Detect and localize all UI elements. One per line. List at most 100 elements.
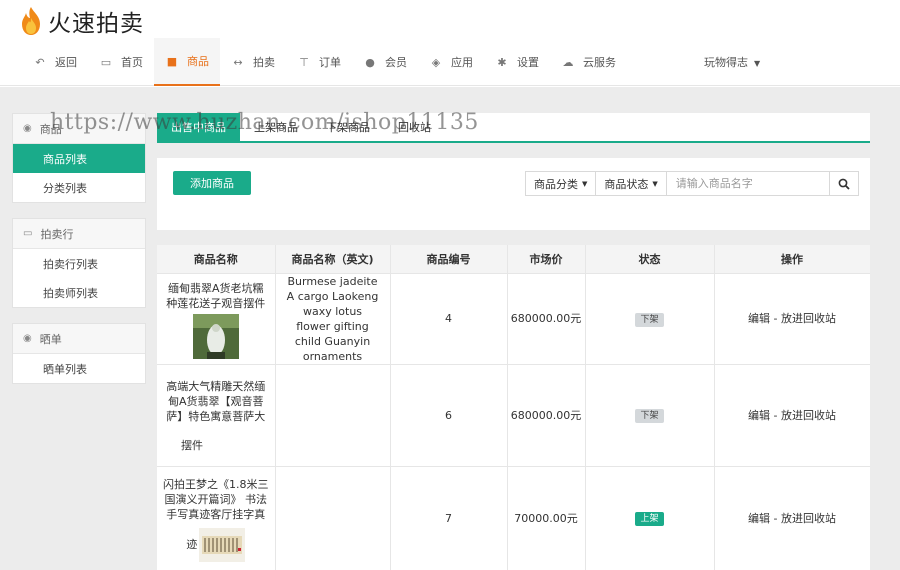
nav-home[interactable]: ▭ 首页 xyxy=(88,38,154,86)
nav-label: 会员 xyxy=(385,56,407,69)
nav-label: 返回 xyxy=(55,56,77,69)
nav-label: 应用 xyxy=(451,56,473,69)
tab-delisted[interactable]: 下架商品 xyxy=(312,113,384,141)
action-cell: 编辑 - 放进回收站 xyxy=(714,273,870,365)
status-cell: 下架 xyxy=(585,273,715,365)
status-cell: 上架 xyxy=(585,466,715,570)
recycle-link[interactable]: 放进回收站 xyxy=(781,312,836,325)
nav-auction[interactable]: ↔ 拍卖 xyxy=(220,38,286,86)
nav-goods[interactable]: ■ 商品 xyxy=(154,38,220,86)
table-row: 高端大气精雕天然缅甸A货翡翠【观音菩萨】特色寓意菩萨大 摆件 6 680000.… xyxy=(157,364,870,467)
action-cell: 编辑 - 放进回收站 xyxy=(714,466,870,570)
sidebar-group-header[interactable]: ▭ 拍卖行 xyxy=(13,219,145,249)
arrows-icon: ↔ xyxy=(233,55,243,69)
cloud-icon: ☁ xyxy=(562,55,574,69)
table-row: 缅甸翡翠A货老坑糯种莲花送子观音摆件 Burmese jadeite A car… xyxy=(157,273,870,365)
add-goods-button[interactable]: 添加商品 xyxy=(173,171,251,195)
status-cell: 下架 xyxy=(585,364,715,467)
app-title: 火速拍卖 xyxy=(48,11,144,37)
edit-link[interactable]: 编辑 xyxy=(748,409,770,422)
nav-orders[interactable]: ⊤ 订单 xyxy=(286,38,352,86)
goods-name-cell: 高端大气精雕天然缅甸A货翡翠【观音菩萨】特色寓意菩萨大 摆件 xyxy=(157,364,276,467)
search-button[interactable] xyxy=(830,172,858,195)
column-header[interactable]: 市场价 xyxy=(507,245,586,274)
edit-link[interactable]: 编辑 xyxy=(748,312,770,325)
table-row: 闪拍王梦之《1.8米三国演义开篇词》 书法手写真迹客厅挂字真 迹 7 70000… xyxy=(157,466,870,570)
tab-recycle-bin[interactable]: 回收站 xyxy=(384,113,445,141)
goods-name: 闪拍王梦之《1.8米三国演义开篇词》 书法手写真迹客厅挂字真 xyxy=(163,477,269,521)
category-dropdown[interactable]: 商品分类 ▼ xyxy=(526,172,597,195)
recycle-link[interactable]: 放进回收站 xyxy=(781,512,836,525)
goods-id: 6 xyxy=(390,364,508,467)
status-badge: 上架 xyxy=(635,512,664,526)
goods-name-en xyxy=(275,466,391,570)
nav-label: 商品 xyxy=(187,55,209,68)
column-header[interactable]: 商品编号 xyxy=(390,245,508,274)
action-separator: - xyxy=(773,511,778,525)
goods-name: 缅甸翡翠A货老坑糯种莲花送子观音摆件 xyxy=(166,281,266,310)
user-name: 玩物得志 xyxy=(704,56,748,69)
toolbar-panel: 添加商品 商品分类 ▼ 商品状态 ▼ xyxy=(157,158,870,230)
filter-bar: 商品分类 ▼ 商品状态 ▼ xyxy=(525,171,859,196)
nav-apps[interactable]: ◈ 应用 xyxy=(418,38,484,86)
nav-settings[interactable]: ✱ 设置 xyxy=(484,38,550,86)
search-icon xyxy=(838,178,850,190)
sidebar-item-category-list[interactable]: 分类列表 xyxy=(13,173,145,202)
column-header[interactable]: 操作 xyxy=(714,245,870,274)
column-header[interactable]: 状态 xyxy=(585,245,715,274)
goods-name-cell: 闪拍王梦之《1.8米三国演义开篇词》 书法手写真迹客厅挂字真 迹 xyxy=(157,466,276,570)
goods-name-tail-row: 迹 xyxy=(163,527,269,562)
nav-back[interactable]: ↶ 返回 xyxy=(22,38,88,86)
goods-thumbnail[interactable] xyxy=(199,527,246,562)
tab-on-sale[interactable]: 出售中商品 xyxy=(157,113,240,141)
sidebar-group-header[interactable]: ◉ 晒单 xyxy=(13,324,145,354)
goods-thumbnail[interactable] xyxy=(192,313,239,359)
inbox-icon: ▭ xyxy=(23,228,33,239)
goods-name-tail: 迹 xyxy=(186,538,198,551)
column-header[interactable]: 商品名称 xyxy=(157,245,276,274)
goods-table-container: 商品名称 商品名称（英文) 商品编号 市场价 状态 操作 缅甸翡翠A货老坑糯种莲… xyxy=(157,245,870,570)
sidebar-group-title: 晒单 xyxy=(39,332,62,346)
edit-link[interactable]: 编辑 xyxy=(748,512,770,525)
main-nav: ↶ 返回 ▭ 首页 ■ 商品 ↔ 拍卖 ⊤ 订单 ● 会员 ◈ 应用 ✱ 设置 ☁ 云服务 xyxy=(22,38,627,86)
goods-name: 高端大气精雕天然缅甸A货翡翠【观音菩萨】特色寓意菩萨大 xyxy=(166,380,266,423)
gear-icon: ✱ xyxy=(497,55,507,69)
globe-icon: ◉ xyxy=(23,333,32,344)
caret-down-icon: ▼ xyxy=(754,59,761,68)
cart-icon: ⊤ xyxy=(299,55,309,69)
sidebar-item-auctioneer-list[interactable]: 拍卖师列表 xyxy=(13,278,145,307)
nav-cloud[interactable]: ☁ 云服务 xyxy=(550,38,627,86)
nav-members[interactable]: ● 会员 xyxy=(352,38,418,86)
status-dropdown[interactable]: 商品状态 ▼ xyxy=(596,172,667,195)
user-menu[interactable]: 玩物得志 ▼ xyxy=(704,54,760,70)
nav-label: 首页 xyxy=(121,56,143,69)
status-dropdown-label: 商品状态 xyxy=(604,177,649,191)
goods-price: 680000.00元 xyxy=(507,273,586,365)
app-logo[interactable]: 火速拍卖 xyxy=(18,6,144,37)
sidebar-item-auction-house-list[interactable]: 拍卖行列表 xyxy=(13,249,145,278)
sidebar-item-goods-list[interactable]: 商品列表 xyxy=(13,144,145,173)
action-separator: - xyxy=(773,408,778,422)
goods-name-en xyxy=(275,364,391,467)
sidebar-group-header[interactable]: ◉ 商品 xyxy=(13,114,145,144)
action-separator: - xyxy=(773,312,778,325)
sidebar-group-title: 拍卖行 xyxy=(40,227,74,241)
caret-down-icon: ▼ xyxy=(652,179,658,188)
nav-label: 订单 xyxy=(319,56,341,69)
back-icon: ↶ xyxy=(35,55,45,69)
recycle-link[interactable]: 放进回收站 xyxy=(781,409,836,422)
sidebar-item-showcase-list[interactable]: 晒单列表 xyxy=(13,354,145,383)
sidebar-group-auction-house: ▭ 拍卖行 拍卖行列表 拍卖师列表 xyxy=(12,218,146,308)
nav-label: 拍卖 xyxy=(253,56,275,69)
search-input[interactable] xyxy=(666,172,830,195)
flame-logo-icon xyxy=(22,7,40,35)
column-header[interactable]: 商品名称（英文) xyxy=(275,245,391,274)
table-header-row: 商品名称 商品名称（英文) 商品编号 市场价 状态 操作 xyxy=(157,245,870,274)
goods-name-en: Burmese jadeite A cargo Laokeng waxy lot… xyxy=(275,273,391,365)
tab-listed[interactable]: 上架商品 xyxy=(240,113,312,141)
status-badge: 下架 xyxy=(635,312,664,327)
sidebar: ◉ 商品 商品列表 分类列表 ▭ 拍卖行 拍卖行列表 拍卖师列表 ◉ 晒单 晒单列表 xyxy=(12,113,146,399)
status-badge: 下架 xyxy=(635,409,664,423)
goods-name-tail: 摆件 xyxy=(181,439,203,452)
nav-label: 设置 xyxy=(517,56,539,69)
